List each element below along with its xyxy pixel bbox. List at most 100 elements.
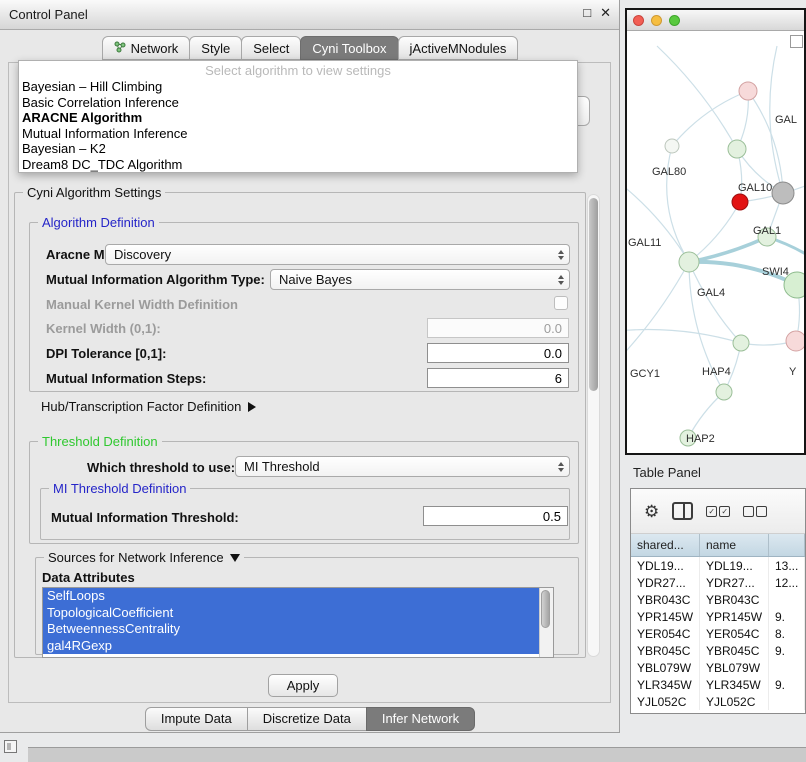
settings-scrollbar-thumb[interactable] [589, 198, 598, 391]
attributes-scrollbar[interactable] [539, 588, 553, 657]
table-row[interactable]: YBR043CYBR043C [631, 591, 805, 608]
network-node[interactable] [665, 139, 679, 153]
column-header[interactable]: name [700, 534, 769, 556]
data-attribute-item[interactable]: gal4RGexp [43, 638, 540, 655]
table-cell: YJL052C [700, 693, 769, 710]
column-header[interactable] [769, 534, 805, 556]
threshold-definition-group: Threshold Definition Which threshold to … [29, 441, 579, 544]
unchecked-box-icon [743, 506, 754, 517]
settings-scrollbar[interactable] [587, 194, 600, 657]
table-cell: YLR345W [700, 676, 769, 693]
table-panel-title: Table Panel [633, 465, 701, 480]
kernel-width-input[interactable] [427, 318, 569, 338]
mi-type-value: Naive Bayes [271, 272, 553, 287]
algorithm-option-bayesian-hill-climbing[interactable]: Bayesian – Hill Climbing [19, 79, 577, 95]
attributes-scrollbar-thumb[interactable] [541, 590, 550, 628]
cyni-algorithm-settings-group: Cyni Algorithm Settings Algorithm Defini… [14, 192, 586, 658]
table-row[interactable]: YER054CYER054C8. [631, 625, 805, 642]
algorithm-option-dream8-dc-tdc-algorithm[interactable]: Dream8 DC_TDC Algorithm [19, 157, 577, 173]
dpi-tolerance-input[interactable] [427, 343, 569, 363]
algorithm-option-basic-correlation-inference[interactable]: Basic Correlation Inference [19, 95, 577, 111]
hub-definition-toggle[interactable]: Hub/Transcription Factor Definition [41, 399, 256, 414]
mi-type-select[interactable]: Naive Bayes [270, 269, 570, 290]
algorithm-definition-group: Algorithm Definition Aracne Mode: Discov… [29, 222, 579, 392]
table-row[interactable]: YPR145WYPR145W9. [631, 608, 805, 625]
columns-icon[interactable] [672, 502, 693, 520]
zoom-window-icon[interactable] [669, 15, 680, 26]
algorithm-option-mutual-information-inference[interactable]: Mutual Information Inference [19, 126, 577, 142]
network-node[interactable] [732, 194, 748, 210]
network-window-titlebar [627, 10, 804, 31]
mi-steps-label: Mutual Information Steps: [46, 371, 206, 386]
table-row[interactable]: YBL079WYBL079W [631, 659, 805, 676]
select-all-icon[interactable]: ✓ ✓ [706, 506, 730, 517]
mi-threshold-input[interactable] [423, 506, 568, 526]
combo-arrows-icon [553, 275, 569, 285]
network-node[interactable] [786, 331, 804, 351]
table-cell: YPR145W [700, 608, 769, 625]
algorithm-option-aracne-algorithm[interactable]: ARACNE Algorithm [19, 110, 577, 126]
tab-select[interactable]: Select [241, 36, 301, 60]
minimize-window-icon[interactable] [651, 15, 662, 26]
mi-threshold-definition-group: MI Threshold Definition Mutual Informati… [40, 488, 570, 540]
table-cell: YLR345W [631, 676, 700, 693]
mi-steps-input[interactable] [427, 368, 569, 388]
network-node[interactable] [739, 82, 757, 100]
panel-dock-icon[interactable] [4, 740, 17, 753]
control-panel: Control Panel □ ✕ NetworkStyleSelectCyni… [0, 0, 620, 733]
tab-impute-data[interactable]: Impute Data [145, 707, 248, 731]
node-label: GAL1 [753, 225, 781, 237]
panel-title: Control Panel [9, 7, 88, 22]
network-node[interactable] [772, 182, 794, 204]
unchecked-box-icon [756, 506, 767, 517]
tab-style[interactable]: Style [189, 36, 242, 60]
table-cell [769, 659, 805, 676]
tab-network[interactable]: Network [102, 36, 191, 60]
data-attribute-item[interactable]: TopologicalCoefficient [43, 605, 540, 622]
sources-toggle[interactable]: Sources for Network Inference [44, 550, 244, 565]
birdseye-toggle-icon[interactable] [790, 35, 803, 48]
table-cell: YDR27... [631, 574, 700, 591]
table-row[interactable]: YDR27...YDR27...12... [631, 574, 805, 591]
mi-type-label: Mutual Information Algorithm Type: [46, 272, 265, 287]
aracne-mode-select[interactable]: Discovery [105, 244, 570, 265]
tab-cyni-toolbox[interactable]: Cyni Toolbox [300, 36, 398, 60]
algorithm-option-bayesian-k2[interactable]: Bayesian – K2 [19, 141, 577, 157]
network-node[interactable] [679, 252, 699, 272]
float-panel-icon[interactable]: □ [583, 5, 591, 21]
table-row[interactable]: YJL052CYJL052C [631, 693, 805, 710]
close-window-icon[interactable] [633, 15, 644, 26]
network-node[interactable] [733, 335, 749, 351]
manual-kernel-checkbox[interactable] [554, 296, 568, 310]
network-canvas[interactable]: GALGAL80GAL10GAL11GAL1SWI4GAL4GCY1HAP4HA… [627, 31, 804, 454]
network-node[interactable] [716, 384, 732, 400]
network-edge [689, 202, 740, 262]
data-attribute-item[interactable]: BetweennessCentrality [43, 621, 540, 638]
network-edge [672, 91, 748, 146]
tab-discretize-data[interactable]: Discretize Data [247, 707, 367, 731]
network-edge [689, 262, 741, 343]
table-row[interactable]: YBR045CYBR045C9. [631, 642, 805, 659]
tab-label: Style [201, 41, 230, 56]
close-panel-icon[interactable]: ✕ [600, 5, 611, 21]
column-header[interactable]: shared... [631, 534, 700, 556]
apply-button[interactable]: Apply [268, 674, 338, 697]
table-cell: 9. [769, 642, 805, 659]
node-label: GCY1 [630, 368, 660, 380]
expand-right-icon [248, 402, 256, 412]
table-row[interactable]: YDL19...YDL19...13... [631, 557, 805, 574]
table-cell [769, 591, 805, 608]
tab-jactivemnodules[interactable]: jActiveMNodules [398, 36, 519, 60]
tab-infer-network[interactable]: Infer Network [366, 707, 475, 731]
cyni-mode-tabs: Impute DataDiscretize DataInfer Network [0, 707, 620, 731]
threshold-definition-title: Threshold Definition [38, 434, 162, 449]
table-row[interactable]: YLR345WYLR345W9. [631, 676, 805, 693]
network-node[interactable] [728, 140, 746, 158]
collapsed-panel-bar[interactable] [28, 747, 806, 762]
deselect-all-icon[interactable] [743, 506, 767, 517]
which-threshold-select[interactable]: MI Threshold [235, 456, 570, 477]
table-cell: YJL052C [631, 693, 700, 710]
gear-icon[interactable]: ⚙ [644, 503, 659, 520]
checked-box-icon: ✓ [706, 506, 717, 517]
data-attribute-item[interactable]: SelfLoops [43, 588, 540, 605]
